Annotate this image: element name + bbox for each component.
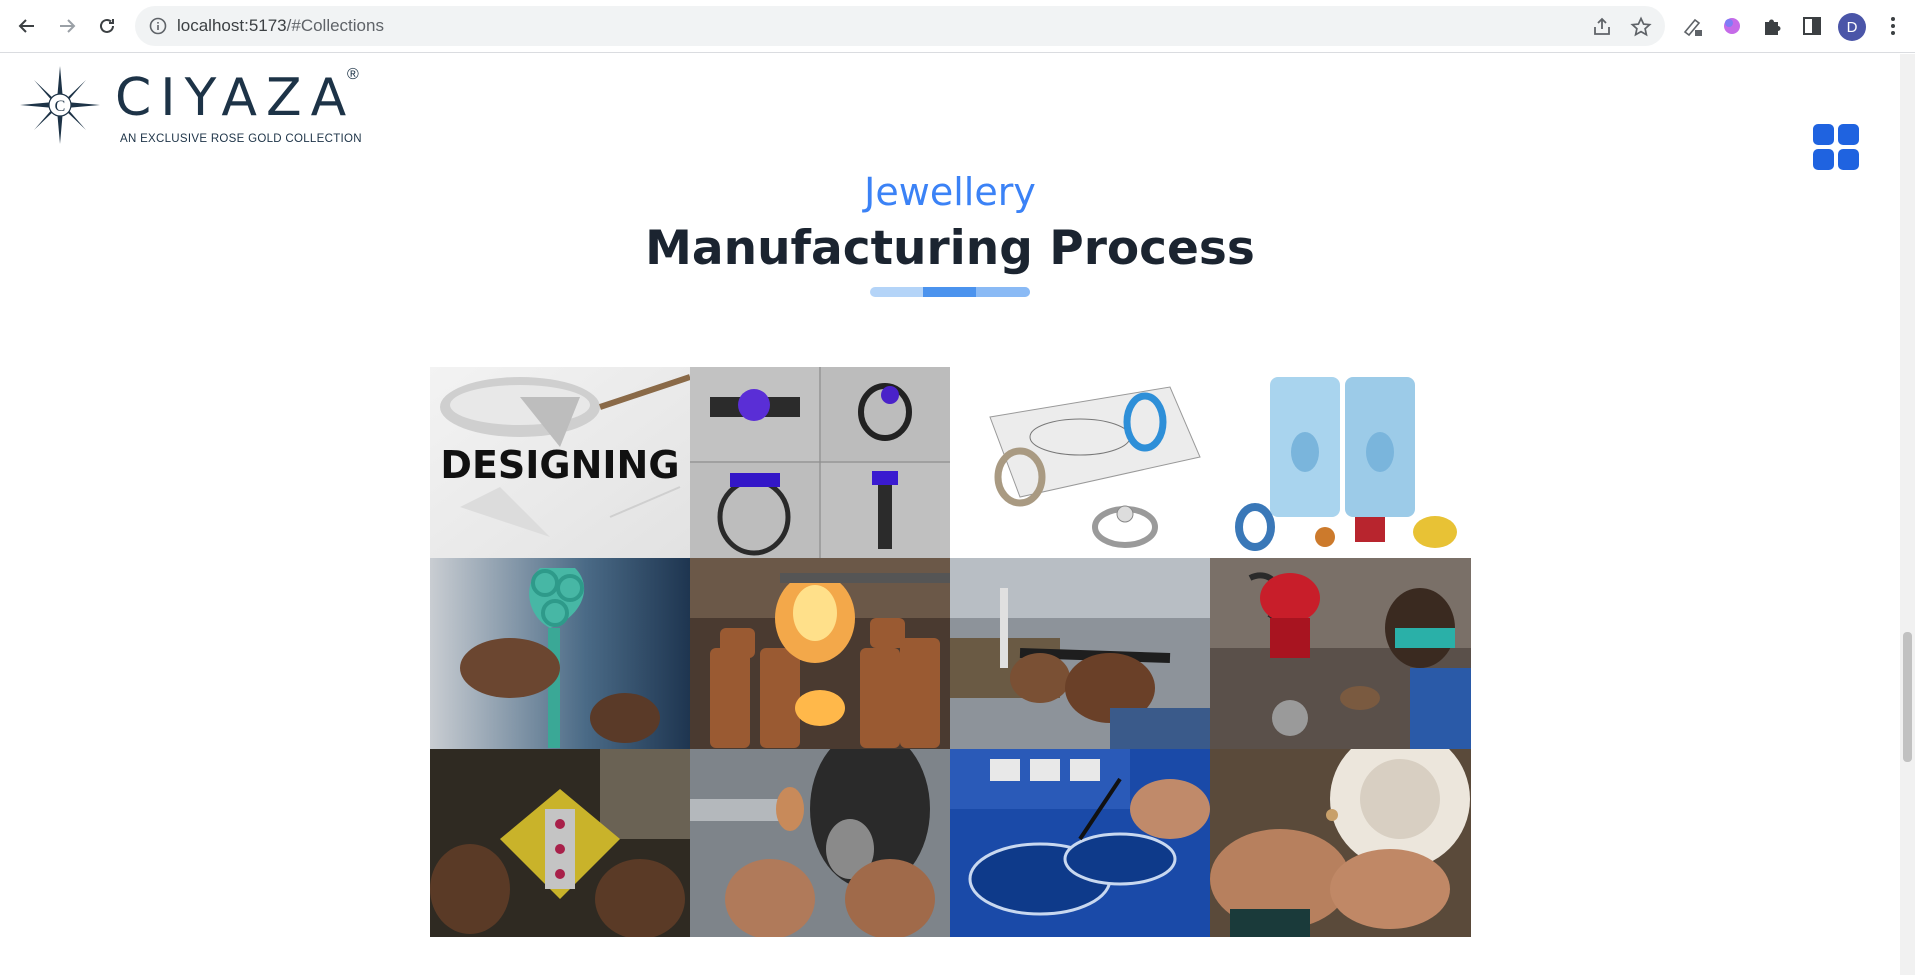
reload-icon: [100, 18, 114, 33]
url-path: /#Collections: [286, 16, 384, 35]
gallery-tile[interactable]: DESIGNING: [430, 367, 690, 558]
svg-text:C: C: [55, 98, 66, 115]
more-icon[interactable]: [1880, 13, 1906, 39]
process-gallery: DESIGNING: [430, 367, 1471, 937]
gallery-tile[interactable]: [1210, 749, 1471, 937]
ring-model-sketch-image: [950, 367, 1210, 558]
gallery-tile[interactable]: [690, 749, 950, 937]
grid-menu-icon: [1813, 149, 1834, 170]
gallery-tile[interactable]: [1210, 558, 1471, 749]
grid-menu-button[interactable]: [1813, 124, 1859, 170]
profile-avatar[interactable]: D: [1838, 13, 1866, 41]
scrollbar-thumb[interactable]: [1903, 632, 1912, 762]
wax-tree-image: [430, 558, 690, 749]
wax-mold-image: [1210, 367, 1471, 558]
site-logo[interactable]: C CIYAZA ® AN EXCLUSIVE ROSE GOLD COLLEC…: [20, 66, 365, 145]
star-icon[interactable]: [1630, 16, 1652, 38]
extension-icon[interactable]: [1680, 13, 1706, 39]
cad-ring-views-image: [690, 367, 950, 558]
color-extension-icon[interactable]: [1719, 13, 1745, 39]
logo-tagline: AN EXCLUSIVE ROSE GOLD COLLECTION: [120, 133, 362, 145]
compass-star-icon: C: [20, 66, 100, 144]
gallery-tile[interactable]: [690, 367, 950, 558]
metal-casting-image: [690, 558, 950, 749]
gallery-tile[interactable]: [950, 558, 1210, 749]
logo-wordmark: CIYAZA: [115, 68, 356, 128]
gallery-tile[interactable]: [1210, 367, 1471, 558]
gallery-tile[interactable]: [950, 367, 1210, 558]
buffing-wheel-image: [1210, 749, 1471, 937]
section-subtitle: Jewellery: [864, 170, 1036, 214]
workshop-polishing-image: [1210, 558, 1471, 749]
share-icon[interactable]: [1591, 16, 1613, 38]
grid-menu-icon: [1813, 124, 1834, 145]
page-scrollbar[interactable]: [1900, 54, 1915, 975]
electroplating-image: [950, 749, 1210, 937]
grid-menu-icon: [1838, 149, 1859, 170]
title-underline: [870, 287, 1030, 297]
tile-label: DESIGNING: [440, 443, 680, 487]
forward-button[interactable]: [52, 11, 82, 41]
gallery-tile[interactable]: [950, 749, 1210, 937]
url-host: localhost:5173: [177, 16, 287, 35]
gallery-tile[interactable]: [690, 558, 950, 749]
back-icon: [18, 19, 34, 33]
info-icon[interactable]: [149, 17, 167, 35]
page: C CIYAZA ® AN EXCLUSIVE ROSE GOLD COLLEC…: [0, 54, 1900, 975]
sidepanel-icon[interactable]: [1799, 13, 1825, 39]
url-text[interactable]: localhost:5173/#Collections: [177, 16, 384, 36]
grid-menu-icon: [1838, 124, 1859, 145]
gallery-tile[interactable]: [430, 749, 690, 937]
logo-registered-mark: ®: [347, 66, 359, 83]
browser-toolbar: localhost:5173/#Collections D: [0, 0, 1915, 53]
gallery-tile[interactable]: [430, 558, 690, 749]
section-title: Manufacturing Process: [645, 221, 1255, 276]
puzzle-icon[interactable]: [1759, 13, 1785, 39]
reload-button[interactable]: [92, 11, 122, 41]
stone-setting-image: [430, 749, 690, 937]
back-button[interactable]: [12, 11, 42, 41]
address-bar[interactable]: localhost:5173/#Collections: [135, 6, 1665, 46]
grinding-wheel-image: [690, 749, 950, 937]
forward-icon: [60, 19, 76, 33]
filing-tool-image: [950, 558, 1210, 749]
